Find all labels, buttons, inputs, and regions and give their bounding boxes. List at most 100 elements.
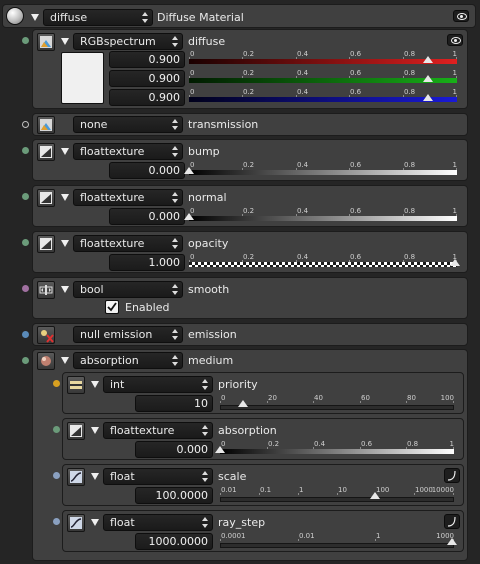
opacity-value[interactable]: 1.000: [109, 254, 185, 271]
ray-step-connector[interactable]: [53, 518, 60, 525]
diffuse-connector[interactable]: [22, 37, 29, 44]
ray-step-slider[interactable]: 0.0001 0.01 1 1000: [220, 532, 457, 548]
float-curve-icon: [67, 468, 85, 486]
slider-track[interactable]: [220, 497, 454, 502]
tick-label: 0.4: [297, 50, 309, 58]
priority-collapse-arrow-icon[interactable]: [91, 381, 99, 388]
slider-handle[interactable]: [238, 400, 248, 407]
slider-handle[interactable]: [215, 446, 225, 453]
diffuse-red-slider[interactable]: 0 0.2 0.4 0.6 0.8 1: [189, 50, 457, 66]
slider-handle[interactable]: [423, 94, 433, 101]
slider-track[interactable]: [220, 449, 454, 454]
priority-value[interactable]: 10: [135, 395, 213, 412]
tick-label: 0.6: [350, 69, 362, 77]
smooth-checkbox[interactable]: [105, 300, 119, 314]
ray-step-type-dropdown[interactable]: float: [103, 514, 213, 531]
scale-log-curve-icon[interactable]: [444, 468, 460, 483]
tick-mark: [220, 539, 221, 541]
ray-step-collapse-arrow-icon[interactable]: [91, 519, 99, 526]
tick-mark: [337, 493, 338, 495]
ray-step-log-curve-icon[interactable]: [444, 514, 460, 529]
preview-eye-icon[interactable]: [453, 10, 469, 22]
dropdown-arrows-icon: [142, 12, 148, 23]
slider-track[interactable]: [189, 97, 457, 102]
transmission-type-dropdown[interactable]: none: [73, 116, 183, 133]
scale-collapse-arrow-icon[interactable]: [91, 473, 99, 480]
medium-collapse-arrow-icon[interactable]: [61, 357, 69, 364]
tick-label: 100: [440, 394, 454, 402]
collapse-arrow-icon[interactable]: [31, 14, 39, 21]
diffuse-blue-slider[interactable]: 0 0.2 0.4 0.6 0.8 1: [189, 88, 457, 104]
diffuse-red-value[interactable]: 0.900: [109, 51, 185, 68]
medium-type-dropdown[interactable]: absorption: [73, 352, 183, 369]
diffuse-blue-value[interactable]: 0.900: [109, 89, 185, 106]
tick-mark: [375, 539, 376, 541]
slider-track[interactable]: [189, 216, 457, 221]
slider-track[interactable]: [189, 59, 457, 64]
emission-type-value: null emission: [80, 328, 153, 341]
tick-label: 0.8: [404, 69, 416, 77]
bump-type-dropdown[interactable]: floattexture: [73, 143, 183, 160]
float-texture-icon: [67, 422, 85, 440]
smooth-collapse-arrow-icon[interactable]: [61, 286, 69, 293]
diffuse-green-slider[interactable]: 0 0.2 0.4 0.6 0.8 1: [189, 69, 457, 85]
emission-connector[interactable]: [22, 331, 29, 338]
slider-track[interactable]: [220, 543, 454, 548]
normal-collapse-arrow-icon[interactable]: [61, 194, 69, 201]
slider-track[interactable]: [189, 78, 457, 83]
absorption-pin-panel: floattexture absorption 0.000 0 0.2 0.4 0.6…: [62, 418, 464, 460]
normal-type-dropdown[interactable]: floattexture: [73, 189, 183, 206]
diffuse-green-value[interactable]: 0.900: [109, 70, 185, 87]
bump-value[interactable]: 0.000: [109, 162, 185, 179]
slider-handle[interactable]: [370, 492, 380, 499]
smooth-connector[interactable]: [22, 285, 29, 292]
emission-type-dropdown[interactable]: null emission: [73, 326, 183, 343]
normal-connector[interactable]: [22, 193, 29, 200]
opacity-slider[interactable]: 0 0.2 0.4 0.6 0.8 1: [189, 253, 460, 269]
tick-label: 0: [190, 88, 195, 96]
diffuse-color-swatch[interactable]: [61, 52, 104, 104]
bump-collapse-arrow-icon[interactable]: [61, 148, 69, 155]
normal-value[interactable]: 0.000: [109, 208, 185, 225]
scale-connector[interactable]: [53, 472, 60, 479]
diffuse-type-dropdown[interactable]: RGBspectrum: [73, 33, 183, 50]
material-type-dropdown[interactable]: diffuse: [43, 9, 153, 26]
bump-connector[interactable]: [22, 147, 29, 154]
slider-track[interactable]: [189, 262, 457, 267]
slider-handle[interactable]: [450, 259, 460, 266]
slider-track[interactable]: [189, 170, 457, 175]
slider-handle[interactable]: [184, 213, 194, 220]
opacity-collapse-arrow-icon[interactable]: [61, 240, 69, 247]
medium-connector[interactable]: [22, 357, 29, 364]
transmission-connector[interactable]: [22, 121, 29, 128]
medium-sphere-icon: [37, 352, 55, 370]
dropdown-arrows-icon: [172, 36, 178, 47]
absorption-type-dropdown[interactable]: floattexture: [103, 422, 213, 439]
smooth-type-dropdown[interactable]: bool: [73, 281, 183, 298]
absorption-connector[interactable]: [53, 426, 60, 433]
diffuse-collapse-arrow-icon[interactable]: [61, 38, 69, 45]
slider-track[interactable]: [220, 405, 454, 410]
bump-slider[interactable]: 0 0.2 0.4 0.6 0.8 1: [184, 161, 457, 177]
priority-connector[interactable]: [53, 380, 60, 387]
slider-handle[interactable]: [423, 56, 433, 63]
scale-slider[interactable]: 0.01 0.1 1 10 100 1000 10000: [220, 486, 454, 502]
slider-handle[interactable]: [423, 75, 433, 82]
absorption-slider[interactable]: 0 0.2 0.4 0.6 0.8 1: [215, 440, 454, 456]
ray-step-value[interactable]: 1000.0000: [135, 533, 213, 550]
diffuse-eye-icon[interactable]: [447, 34, 463, 46]
scale-type-dropdown[interactable]: float: [103, 468, 213, 485]
tick-label: 0.8: [404, 88, 416, 96]
priority-type-dropdown[interactable]: int: [103, 376, 213, 393]
absorption-value[interactable]: 0.000: [135, 441, 213, 458]
priority-pin-panel: int priority 10 0 20 40 60 80 100: [62, 372, 464, 414]
slider-handle[interactable]: [184, 167, 194, 174]
opacity-type-dropdown[interactable]: floattexture: [73, 235, 183, 252]
slider-handle[interactable]: [447, 538, 457, 545]
priority-slider[interactable]: 0 20 40 60 80 100: [220, 394, 454, 410]
absorption-collapse-arrow-icon[interactable]: [91, 427, 99, 434]
normal-slider[interactable]: 0 0.2 0.4 0.6 0.8 1: [184, 207, 457, 223]
rgb-spectrum-icon: [37, 33, 55, 51]
scale-value[interactable]: 100.0000: [135, 487, 213, 504]
opacity-connector[interactable]: [22, 239, 29, 246]
